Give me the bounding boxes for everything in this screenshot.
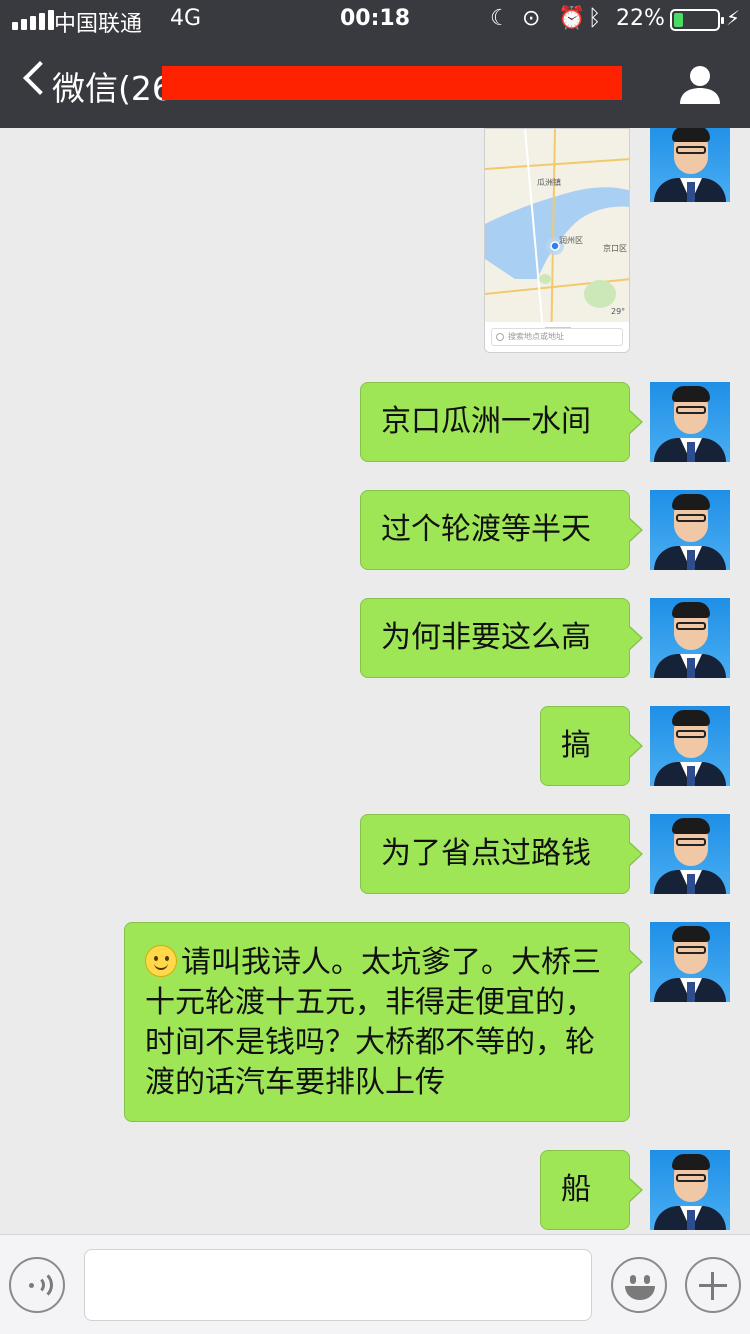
- voice-icon[interactable]: [9, 1257, 65, 1313]
- message-bubble[interactable]: 过个轮渡等半天: [360, 490, 643, 570]
- avatar[interactable]: [650, 814, 730, 894]
- message-text: 过个轮渡等半天: [381, 512, 591, 547]
- battery-percent: 22%: [616, 6, 665, 31]
- bluetooth-icon: ᛒ: [588, 6, 602, 31]
- plus-icon[interactable]: [685, 1257, 741, 1313]
- message-text: 京口瓜洲一水间: [381, 404, 591, 439]
- map-label: 润州区: [559, 236, 583, 245]
- map-label: 京口区: [603, 244, 627, 253]
- battery-icon: [670, 9, 724, 31]
- message-row: 过个轮渡等半天: [360, 490, 730, 570]
- avatar[interactable]: [650, 598, 730, 678]
- message-text: 为何非要这么高: [381, 620, 591, 655]
- message-text: 请叫我诗人。太坑爹了。大桥三十元轮渡十五元，非得走便宜的，时间不是钱吗？大桥都不…: [145, 945, 601, 1100]
- back-button-label[interactable]: 微信(26: [52, 62, 173, 110]
- alarm-icon: ⏰: [558, 6, 586, 31]
- emoji-icon[interactable]: [611, 1257, 667, 1313]
- message-row: 为何非要这么高: [360, 598, 730, 678]
- search-icon: [496, 333, 504, 341]
- message-bubble[interactable]: 京口瓜洲一水间: [360, 382, 643, 462]
- charging-icon: ⚡: [726, 6, 741, 30]
- avatar[interactable]: [650, 128, 730, 202]
- nav-bar: 微信(26: [0, 40, 750, 128]
- message-bubble[interactable]: 为了省点过路钱: [360, 814, 643, 894]
- rotation-lock-icon: ⊙: [522, 6, 541, 31]
- status-bar: 中国联通 4G 00:18 ☾ ⊙ ⏰ ᛒ 22% ⚡: [0, 0, 750, 40]
- map-weather-label: 29°: [611, 307, 626, 316]
- message-text: 船: [561, 1172, 591, 1207]
- smiley-emoji-icon: [145, 945, 177, 977]
- message-bubble[interactable]: 请叫我诗人。太坑爹了。大桥三十元轮渡十五元，非得走便宜的，时间不是钱吗？大桥都不…: [124, 922, 643, 1122]
- avatar[interactable]: [650, 922, 730, 1002]
- moon-icon: ☾: [490, 6, 510, 31]
- map-search-field: 搜索地点或地址: [491, 328, 623, 346]
- message-bubble[interactable]: 为何非要这么高: [360, 598, 643, 678]
- input-bar: [0, 1234, 750, 1334]
- message-text: 搞: [561, 728, 591, 763]
- map-label: 瓜洲镇: [537, 178, 561, 187]
- avatar[interactable]: [650, 490, 730, 570]
- chat-area[interactable]: 瓜洲镇 润州区 京口区 29° 搜索地点或地址 京口瓜洲一水间 过个轮渡等半天 …: [0, 128, 750, 1234]
- message-row: 为了省点过路钱: [360, 814, 730, 894]
- message-text: 为了省点过路钱: [381, 836, 591, 871]
- avatar[interactable]: [650, 706, 730, 786]
- message-row: 搞: [540, 706, 730, 786]
- redaction-bar: [162, 66, 622, 100]
- message-row: 京口瓜洲一水间: [360, 382, 730, 462]
- profile-icon[interactable]: [678, 62, 722, 106]
- avatar[interactable]: [650, 382, 730, 462]
- message-input[interactable]: [84, 1249, 592, 1321]
- message-row: 船: [540, 1150, 730, 1230]
- message-row: [650, 128, 730, 202]
- map-search-placeholder: 搜索地点或地址: [508, 332, 564, 341]
- top-bar: 中国联通 4G 00:18 ☾ ⊙ ⏰ ᛒ 22% ⚡ 微信(26: [0, 0, 750, 128]
- avatar[interactable]: [650, 1150, 730, 1230]
- message-bubble[interactable]: 船: [540, 1150, 643, 1230]
- message-row: 请叫我诗人。太坑爹了。大桥三十元轮渡十五元，非得走便宜的，时间不是钱吗？大桥都不…: [124, 922, 730, 1122]
- map-location-card[interactable]: 瓜洲镇 润州区 京口区 29° 搜索地点或地址: [484, 128, 630, 353]
- message-bubble[interactable]: 搞: [540, 706, 643, 786]
